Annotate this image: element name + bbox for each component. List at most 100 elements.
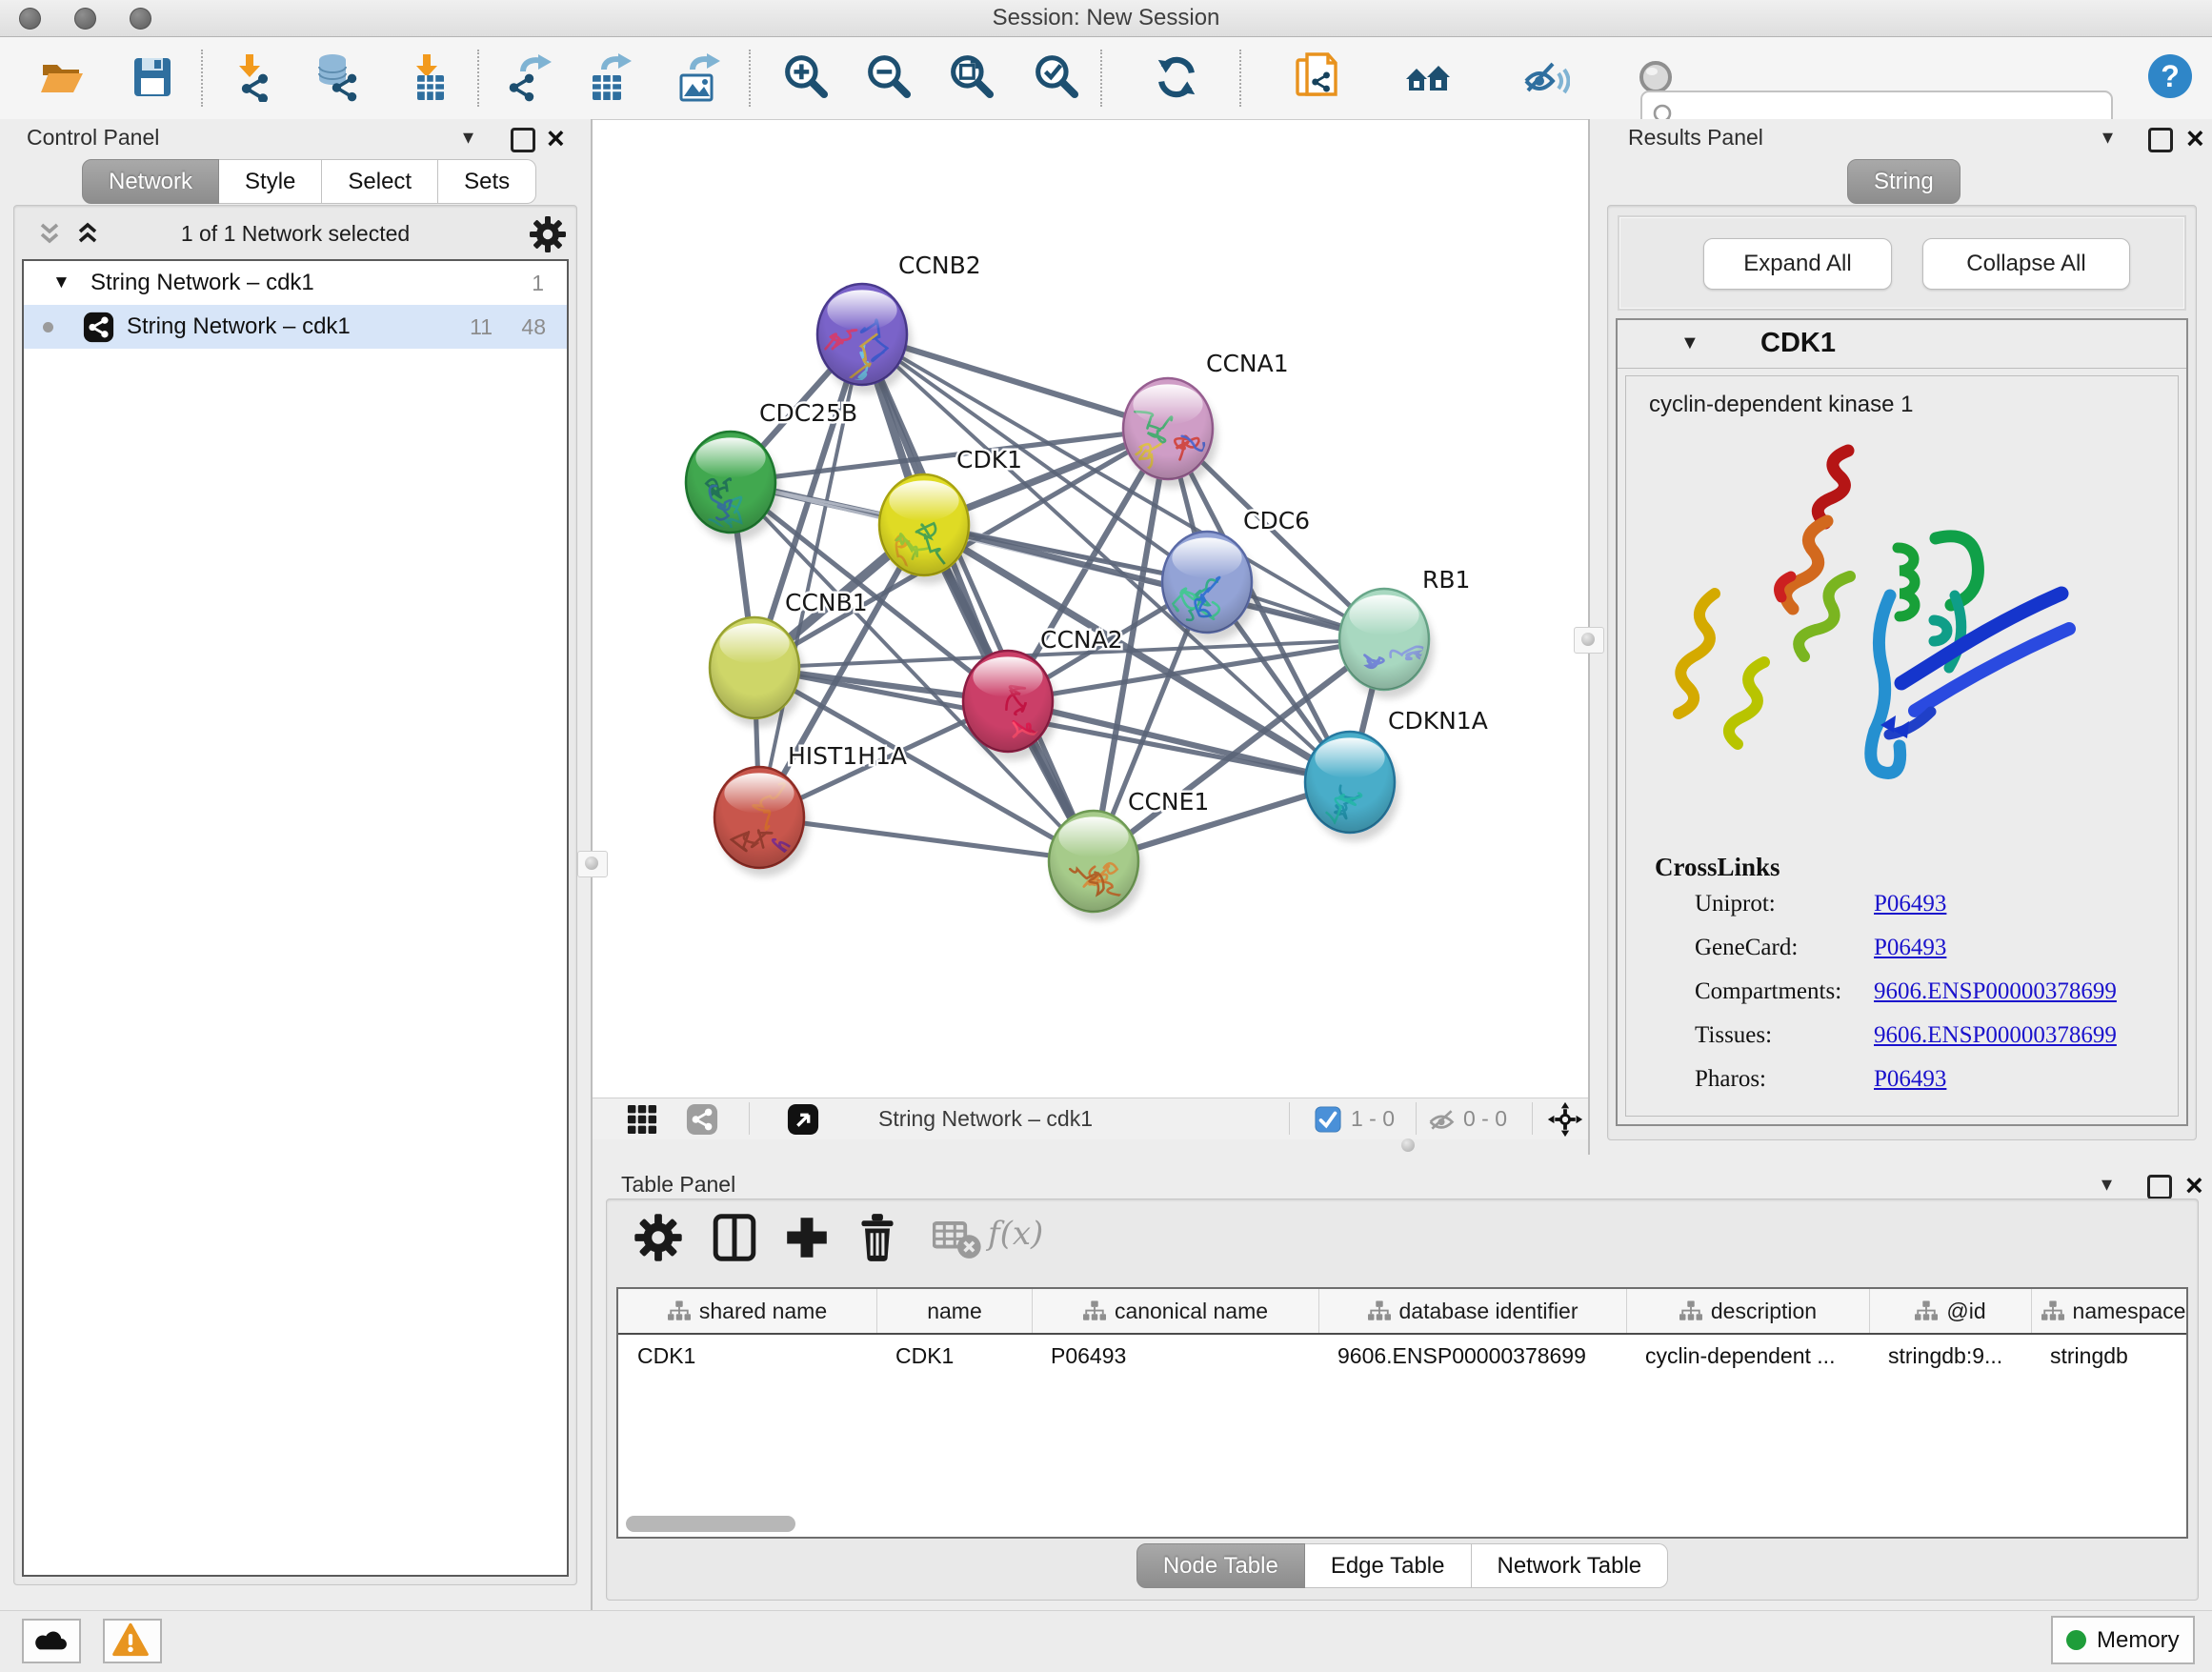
control-panel-close-icon[interactable]: × (547, 128, 565, 149)
warnings-button[interactable] (103, 1619, 162, 1663)
delete-table-icon[interactable] (933, 1213, 982, 1262)
network-edge[interactable] (759, 817, 1094, 861)
crosslink-link[interactable]: P06493 (1874, 891, 1946, 917)
tab-sets[interactable]: Sets (438, 159, 536, 204)
column-header-@id[interactable]: @id (1869, 1289, 2031, 1333)
crosslink-link[interactable]: P06493 (1874, 1066, 1946, 1092)
node-result-header[interactable]: ▼ CDK1 (1618, 320, 2186, 369)
first-neighbors-icon[interactable] (1404, 52, 1454, 102)
network-node-CCNE1[interactable]: CCNE1 (1049, 788, 1209, 920)
results-panel-float-icon[interactable] (2148, 128, 2173, 152)
export-table-file-icon[interactable] (585, 52, 634, 102)
network-from-selection-icon[interactable] (1292, 52, 1341, 102)
network-node-CCNB1[interactable]: CCNB1 (710, 589, 868, 727)
crosslink-link[interactable]: P06493 (1874, 935, 1946, 960)
column-header-name[interactable]: name (876, 1289, 1032, 1333)
network-node-CDC6[interactable]: CDC6 (1162, 507, 1310, 641)
import-table-file-icon[interactable] (402, 52, 452, 102)
import-network-file-icon[interactable] (225, 52, 274, 102)
node-result-entry: ▼ CDK1 cyclin-dependent kinase 1 (1616, 318, 2188, 1126)
left-splitter-handle[interactable] (577, 851, 608, 877)
refresh-view-icon[interactable] (1152, 52, 1201, 102)
zoom-out-icon[interactable] (865, 52, 915, 102)
network-options-gear-icon[interactable] (529, 215, 567, 253)
table-panel-menu-caret-icon[interactable]: ▾ (2101, 1172, 2112, 1197)
collapse-all-button[interactable]: Collapse All (1922, 238, 2130, 290)
import-network-database-icon[interactable] (313, 52, 363, 102)
tab-network-table[interactable]: Network Table (1472, 1543, 1669, 1588)
network-view: CCNB2CCNA1CDC25BCDK1CDC6RB1CCNB1CCNA2CDK… (593, 119, 1588, 1155)
control-panel-float-icon[interactable] (511, 128, 535, 152)
table-cell[interactable]: CDK1 (876, 1335, 1032, 1379)
network-column-icon (1679, 1300, 1702, 1321)
zoom-selected-icon[interactable] (1033, 52, 1082, 102)
network-node-CDKN1A[interactable]: CDKN1A (1305, 707, 1488, 841)
table-options-gear-icon[interactable] (633, 1213, 683, 1262)
grid-view-icon[interactable] (627, 1104, 657, 1135)
table-cell[interactable]: stringdb:9... (1869, 1335, 2031, 1379)
right-splitter-handle[interactable] (1574, 627, 1604, 654)
node-table-body: f(x) shared namenamecanonical namedataba… (606, 1199, 2199, 1601)
hide-selected-icon[interactable] (1520, 52, 1570, 102)
network-view-badge-icon[interactable] (686, 1103, 718, 1136)
tab-node-table[interactable]: Node Table (1136, 1543, 1305, 1588)
node-label-CCNA2: CCNA2 (1040, 626, 1123, 654)
table-cell[interactable]: stringdb (2031, 1335, 2195, 1379)
column-header-description[interactable]: description (1626, 1289, 1869, 1333)
collection-expand-caret-icon[interactable]: ▼ (52, 261, 70, 305)
collection-network-count: 1 (532, 261, 544, 305)
help-icon[interactable]: ? (2145, 51, 2195, 101)
network-canvas[interactable]: CCNB2CCNA1CDC25BCDK1CDC6RB1CCNB1CCNA2CDK… (593, 119, 1588, 1098)
tab-select[interactable]: Select (322, 159, 438, 204)
column-header-database-identifier[interactable]: database identifier (1318, 1289, 1626, 1333)
zoom-fit-icon[interactable] (948, 52, 997, 102)
network-label: String Network – cdk1 (127, 305, 351, 349)
table-row[interactable]: CDK1CDK1P064939606.ENSP00000378699cyclin… (618, 1335, 2186, 1379)
delete-columns-trash-icon[interactable] (853, 1213, 902, 1262)
export-image-file-icon[interactable] (674, 52, 723, 102)
network-edge[interactable] (862, 334, 1094, 861)
main-toolbar: ? (0, 37, 2212, 120)
expand-all-button[interactable]: Expand All (1703, 238, 1892, 290)
network-collection-row[interactable]: ▼ String Network – cdk1 1 (24, 261, 567, 305)
column-header-shared-name[interactable]: shared name (618, 1289, 876, 1333)
cloud-status-button[interactable] (22, 1619, 81, 1663)
open-file-icon[interactable] (37, 52, 87, 102)
tab-edge-table[interactable]: Edge Table (1305, 1543, 1472, 1588)
tab-network[interactable]: Network (82, 159, 219, 204)
table-cell[interactable]: 9606.ENSP00000378699 (1318, 1335, 1626, 1379)
entry-collapse-caret-icon[interactable]: ▼ (1680, 332, 1699, 354)
pan-crosshair-icon[interactable] (1547, 1101, 1583, 1138)
zoom-in-icon[interactable] (782, 52, 832, 102)
column-header-namespace[interactable]: namespace (2031, 1289, 2195, 1333)
table-panel-close-icon[interactable]: × (2185, 1175, 2203, 1196)
birdseye-view-icon[interactable] (787, 1103, 819, 1136)
save-session-icon[interactable] (128, 52, 177, 102)
results-panel-tab-string[interactable]: String (1847, 159, 1961, 204)
network-node-HIST1H1A[interactable]: HIST1H1A (714, 742, 907, 876)
network-column-icon (1368, 1300, 1391, 1321)
network-node-CCNA1[interactable]: CCNA1 (1123, 350, 1289, 488)
crosslink-link[interactable]: 9606.ENSP00000378699 (1874, 978, 2117, 1004)
network-row[interactable]: String Network – cdk1 11 48 (24, 305, 567, 349)
table-horizontal-scrollbar[interactable] (626, 1516, 795, 1532)
table-cell[interactable]: P06493 (1032, 1335, 1318, 1379)
network-node-CDK1[interactable]: CDK1 (879, 446, 1022, 584)
results-panel-menu-caret-icon[interactable]: ▾ (2102, 125, 2113, 150)
tab-style[interactable]: Style (219, 159, 322, 204)
network-node-RB1[interactable]: RB1 (1339, 566, 1470, 698)
create-column-plus-icon[interactable] (782, 1213, 832, 1262)
memory-button[interactable]: Memory (2051, 1616, 2195, 1664)
show-columns-icon[interactable] (710, 1213, 759, 1262)
table-cell[interactable]: cyclin-dependent ... (1626, 1335, 1869, 1379)
crosslink-link[interactable]: 9606.ENSP00000378699 (1874, 1022, 2117, 1048)
node-label-CCNB1: CCNB1 (785, 589, 868, 616)
selected-checkbox-icon[interactable] (1315, 1106, 1341, 1133)
table-panel-float-icon[interactable] (2147, 1175, 2172, 1199)
network-node-CCNB2[interactable]: CCNB2 (817, 252, 981, 393)
column-header-canonical-name[interactable]: canonical name (1032, 1289, 1318, 1333)
table-cell[interactable]: CDK1 (618, 1335, 876, 1379)
export-network-file-icon[interactable] (504, 52, 553, 102)
results-panel-close-icon[interactable]: × (2186, 128, 2204, 149)
control-panel-menu-caret-icon[interactable]: ▾ (463, 125, 473, 150)
